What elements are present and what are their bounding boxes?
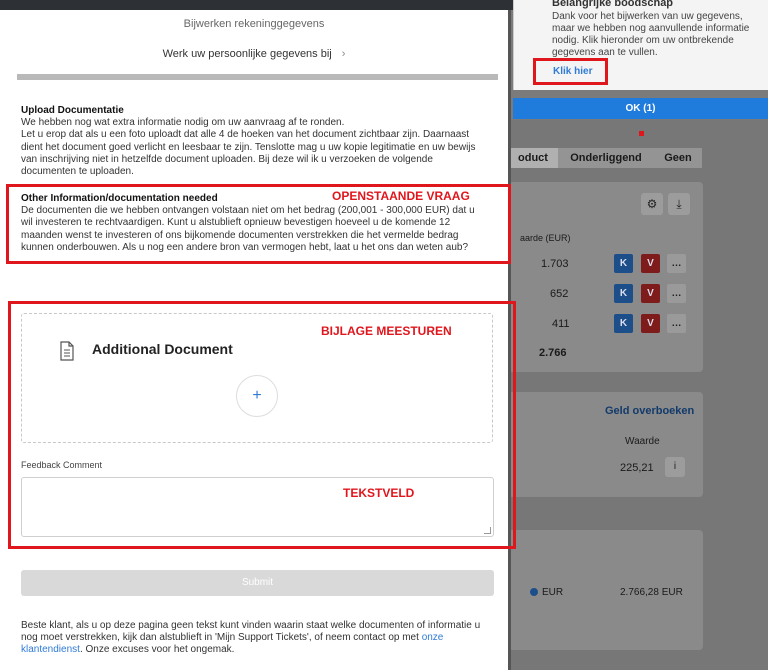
annotation-dot <box>639 131 644 136</box>
total-value: 2.766 <box>539 347 567 359</box>
download-icon[interactable]: ⤓ <box>668 193 690 215</box>
upload-heading: Upload Documentatie <box>21 105 124 116</box>
progress-bar <box>17 74 498 80</box>
value-column-header: aarde (EUR) <box>520 233 571 243</box>
annotation-box-attachment <box>8 301 516 549</box>
more-button[interactable]: … <box>667 284 686 303</box>
sell-button[interactable]: V <box>641 284 660 303</box>
upload-line: Let u erop dat als u een foto uploadt da… <box>21 129 470 141</box>
upload-line: dient het document goed verlicht en lees… <box>21 141 476 153</box>
geld-overboeken-link[interactable]: Geld overboeken <box>605 405 694 417</box>
more-button[interactable]: … <box>667 314 686 333</box>
currency-dot <box>530 588 538 596</box>
sell-button[interactable]: V <box>641 314 660 333</box>
chevron-right-icon: › <box>341 48 346 60</box>
annotation-textfield: TEKSTVELD <box>343 486 415 500</box>
upload-section: Upload Documentatie We hebben nog wat ex… <box>21 105 476 178</box>
row-value: 411 <box>552 318 570 330</box>
buy-button[interactable]: K <box>614 314 633 333</box>
buy-button[interactable]: K <box>614 254 633 273</box>
buy-button[interactable]: K <box>614 284 633 303</box>
annotation-attachment: BIJLAGE MEESTUREN <box>321 324 452 338</box>
waarde-value: 225,21 <box>620 462 654 474</box>
annotation-box-link <box>533 58 608 85</box>
row-value: 652 <box>550 288 569 300</box>
sell-button[interactable]: V <box>641 254 660 273</box>
annotation-question: OPENSTAANDE VRAAG <box>332 189 470 203</box>
waarde-label: Waarde <box>625 436 660 447</box>
currency-label: EUR <box>542 587 564 598</box>
step-label: Werk uw persoonlijke gegevens bij <box>162 48 332 60</box>
background-tabbar: oduct Onderliggend Geen <box>508 148 702 168</box>
tab-geen[interactable]: Geen <box>654 148 702 168</box>
tab-onderliggend[interactable]: Onderliggend <box>562 148 650 168</box>
notification-body: Dank voor het bijwerken van uw gegevens,… <box>552 11 750 58</box>
modal-title: Bijwerken rekeninggegevens <box>183 18 325 30</box>
notification-title: Belangrijke boodschap <box>552 0 674 9</box>
currency-total: 2.766,28 EUR <box>620 587 683 598</box>
upload-line: documenten te uploaden. <box>21 166 134 178</box>
ok-button[interactable]: OK (1) <box>513 98 768 119</box>
footer-end: . Onze excuses voor het ongemak. <box>79 644 235 656</box>
footer-message: Beste klant, als u op deze pagina geen t… <box>21 620 481 644</box>
modal-step[interactable]: Werk uw persoonlijke gegevens bij › <box>0 48 508 60</box>
upload-line: We hebben nog wat extra informatie nodig… <box>21 117 345 129</box>
tab-product[interactable]: oduct <box>508 148 558 168</box>
footer-text: Beste klant, als u op deze pagina geen t… <box>21 620 499 657</box>
gear-icon[interactable]: ⚙ <box>641 193 663 215</box>
row-value: 1.703 <box>541 258 569 270</box>
upload-line: van inschrijving niet in hetzelfde docum… <box>21 153 433 165</box>
submit-button[interactable]: Submit <box>21 570 494 596</box>
info-button[interactable]: i <box>665 457 685 477</box>
more-button[interactable]: … <box>667 254 686 273</box>
